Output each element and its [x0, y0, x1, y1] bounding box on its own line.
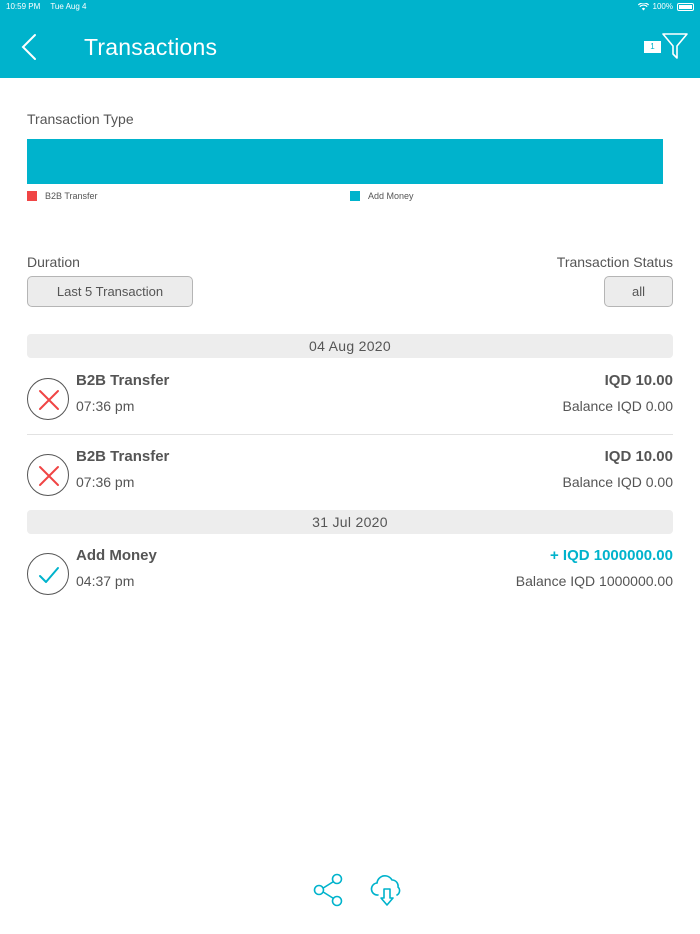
x-icon	[39, 466, 59, 486]
battery-icon	[677, 2, 694, 11]
transaction-time: 07:36 pm	[76, 398, 135, 414]
share-button[interactable]	[310, 872, 346, 908]
transaction-row[interactable]: Add Money 04:37 pm + IQD 1000000.00 Bala…	[27, 547, 673, 611]
transaction-balance: Balance IQD 0.00	[562, 398, 673, 414]
download-button[interactable]	[369, 872, 405, 908]
transaction-name: B2B Transfer	[76, 372, 170, 389]
legend-label: B2B Transfer	[45, 191, 98, 201]
cloud-download-icon	[370, 875, 401, 906]
filter-button[interactable]: 1	[644, 32, 688, 62]
date-header: 31 Jul 2020	[27, 510, 673, 534]
transaction-name: Add Money	[76, 547, 157, 564]
check-icon	[39, 567, 59, 583]
filter-count-badge: 1	[644, 41, 661, 53]
duration-label: Duration	[27, 254, 80, 270]
status-bar: 10:59 PM Tue Aug 4 100%	[0, 0, 700, 14]
legend-swatch-add-money	[350, 191, 360, 201]
status-date: Tue Aug 4	[50, 2, 87, 11]
funnel-icon	[662, 33, 688, 59]
failed-status-icon	[27, 378, 69, 420]
transaction-name: B2B Transfer	[76, 448, 170, 465]
transaction-status-label: Transaction Status	[556, 254, 673, 270]
page-title: Transactions	[84, 34, 218, 60]
wifi-icon	[637, 2, 649, 10]
transaction-time: 04:37 pm	[76, 573, 135, 589]
battery-percent: 100%	[652, 2, 673, 11]
transaction-type-bar	[27, 139, 663, 184]
transaction-balance: Balance IQD 0.00	[562, 474, 673, 490]
transaction-balance: Balance IQD 1000000.00	[515, 573, 673, 589]
legend-item-add-money: Add Money	[350, 191, 414, 201]
date-header: 04 Aug 2020	[27, 334, 673, 358]
transaction-type-label: Transaction Type	[27, 111, 134, 127]
navigation-bar: Transactions 1	[0, 14, 700, 78]
success-status-icon	[27, 553, 69, 595]
back-button[interactable]	[18, 32, 42, 62]
status-select[interactable]: all	[604, 276, 673, 307]
transaction-row[interactable]: B2B Transfer 07:36 pm IQD 10.00 Balance …	[27, 448, 673, 512]
chevron-left-icon	[21, 34, 36, 60]
x-icon	[39, 390, 59, 410]
transaction-amount: IQD 10.00	[604, 372, 673, 389]
legend-swatch-b2b	[27, 191, 37, 201]
transaction-time: 07:36 pm	[76, 474, 135, 490]
duration-select[interactable]: Last 5 Transaction	[27, 276, 193, 307]
transaction-amount: + IQD 1000000.00	[549, 547, 673, 564]
transaction-amount: IQD 10.00	[604, 448, 673, 465]
row-divider	[27, 434, 673, 435]
legend-item-b2b-transfer: B2B Transfer	[27, 191, 98, 201]
transaction-row[interactable]: B2B Transfer 07:36 pm IQD 10.00 Balance …	[27, 372, 673, 436]
failed-status-icon	[27, 454, 69, 496]
status-time: 10:59 PM	[6, 2, 41, 11]
share-icon	[313, 873, 343, 907]
legend-label: Add Money	[368, 191, 414, 201]
